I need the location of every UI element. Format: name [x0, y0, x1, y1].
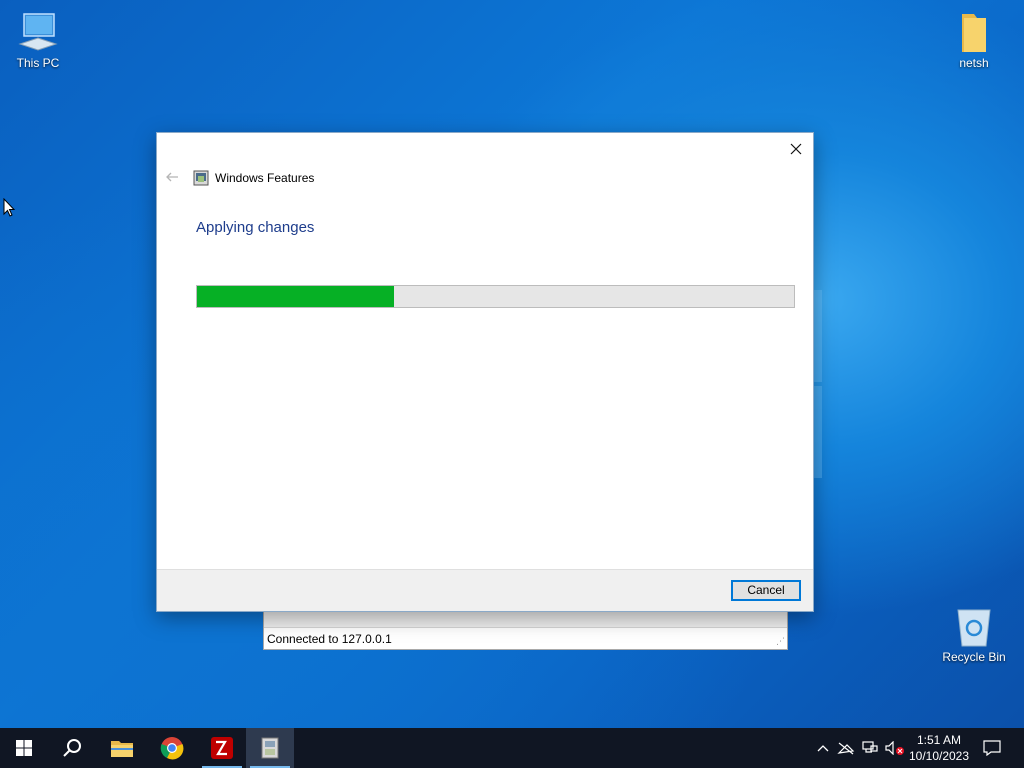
wallpaper-beam: [814, 290, 822, 382]
dialog-footer: Cancel: [157, 569, 813, 611]
progress-bar: [196, 285, 795, 308]
taskbar-chrome[interactable]: [148, 728, 196, 768]
desktop-icon-label: Recycle Bin: [942, 650, 1006, 664]
taskbar-filezilla[interactable]: [198, 728, 246, 768]
filezilla-icon: [211, 737, 233, 759]
taskbar-windows-features[interactable]: [246, 728, 294, 768]
chrome-icon: [160, 737, 184, 760]
resize-grip-icon[interactable]: ⋰: [776, 636, 785, 647]
wallpaper-beam: [814, 386, 822, 478]
search-icon: [63, 739, 81, 757]
search-button[interactable]: [48, 728, 96, 768]
status-text: Connected to 127.0.0.1: [267, 632, 392, 646]
notification-button[interactable]: [978, 728, 1006, 768]
chevron-up-icon: [817, 745, 829, 752]
mouse-cursor-icon: [3, 197, 17, 223]
windows-features-dialog: Windows Features Applying changes Cancel: [156, 132, 814, 612]
taskbar: 1:51 AM 10/10/2023: [0, 728, 1024, 768]
notification-icon: [983, 740, 1001, 756]
computer-icon: [16, 10, 60, 54]
folder-icon: [952, 10, 996, 54]
desktop-icon-label: This PC: [16, 56, 60, 70]
clock-time: 1:51 AM: [916, 733, 962, 747]
taskbar-clock[interactable]: 1:51 AM 10/10/2023: [908, 732, 970, 764]
background-window[interactable]: Connected to 127.0.0.1 ⋰: [263, 610, 788, 650]
desktop-icon-label: netsh: [959, 56, 989, 70]
recycle-bin-icon: [952, 604, 996, 648]
desktop-icon-recycle-bin[interactable]: Recycle Bin: [938, 604, 1010, 664]
page-heading: Applying changes: [196, 219, 315, 236]
network-icon: [862, 741, 878, 753]
dialog-title: Windows Features: [215, 171, 315, 185]
tray-network-disconnected[interactable]: [836, 728, 856, 768]
status-bar: Connected to 127.0.0.1 ⋰: [264, 627, 787, 649]
desktop-icon-this-pc[interactable]: This PC: [2, 10, 74, 70]
tray-network[interactable]: [860, 728, 880, 768]
desktop-icon-netsh[interactable]: netsh: [938, 10, 1010, 70]
cancel-button[interactable]: Cancel: [731, 580, 801, 601]
progress-fill: [197, 286, 394, 307]
folder-icon: [111, 741, 133, 757]
back-button[interactable]: [165, 170, 179, 184]
tray-overflow-button[interactable]: [814, 728, 832, 768]
close-button[interactable]: [785, 138, 807, 160]
close-icon: [790, 143, 802, 155]
network-disconnected-icon: [837, 742, 855, 755]
windows-features-icon: [261, 737, 279, 759]
taskbar-file-explorer[interactable]: [98, 728, 146, 768]
volume-muted-icon: [885, 741, 904, 755]
windows-features-icon: [193, 170, 209, 186]
back-arrow-icon: [166, 172, 178, 182]
tray-volume[interactable]: [884, 728, 906, 768]
start-button[interactable]: [0, 728, 48, 768]
windows-logo-icon: [16, 740, 32, 756]
clock-date: 10/10/2023: [908, 749, 970, 763]
